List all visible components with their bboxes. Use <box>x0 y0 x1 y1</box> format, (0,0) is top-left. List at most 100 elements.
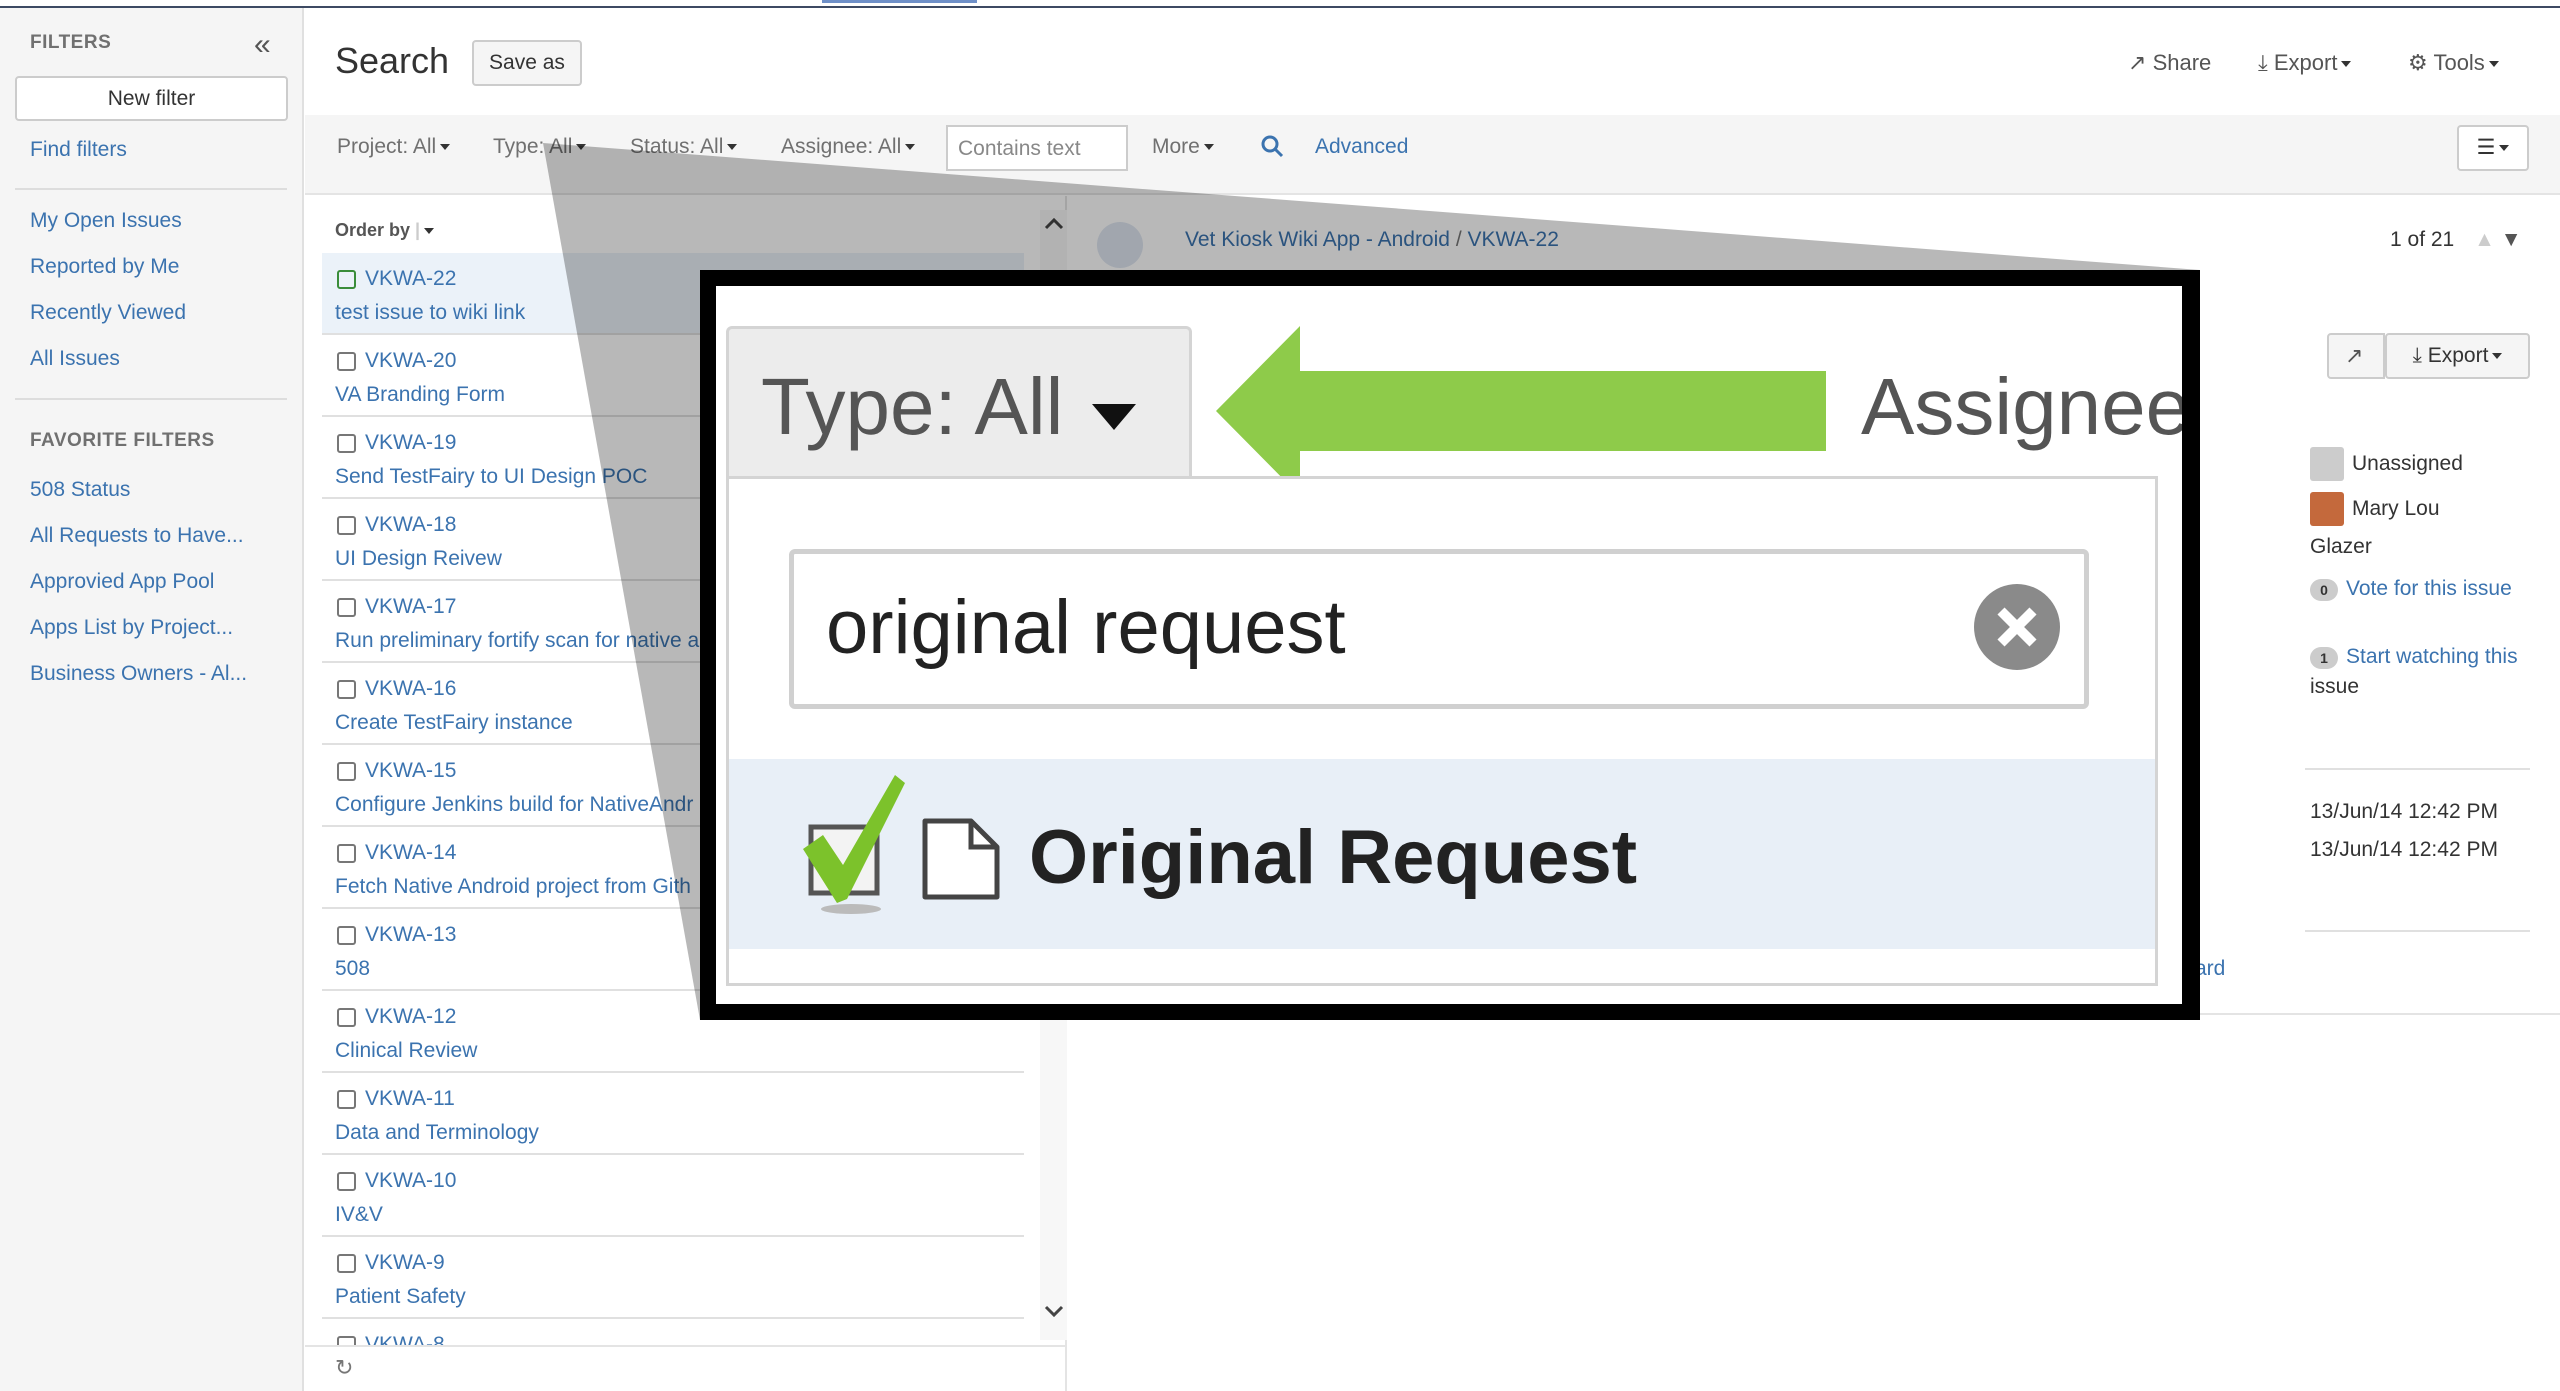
search-icon[interactable] <box>1260 134 1284 163</box>
issue-key: VKWA-17 <box>365 595 457 618</box>
type-filter-dropdown: original request Original Request <box>726 476 2158 986</box>
next-issue-icon[interactable]: ▼ <box>2501 228 2522 251</box>
issue-export-button[interactable]: ⤓ Export <box>2385 333 2530 379</box>
issue-summary: UI Design Reivew <box>335 547 502 570</box>
watch-link[interactable]: Start watching this <box>2346 645 2518 668</box>
unassigned-avatar <box>2310 447 2344 481</box>
chevron-down-icon <box>727 144 738 151</box>
share-button[interactable]: ↗ Share <box>2128 50 2211 76</box>
export-label: Export <box>2273 50 2338 75</box>
download-icon: ⤓ <box>2412 344 2422 367</box>
filters-heading: FILTERS <box>30 32 112 53</box>
request-icon <box>337 1172 356 1191</box>
project-filter-label: Project: All <box>337 135 437 158</box>
previous-issue-icon[interactable]: ▲ <box>2474 228 2495 251</box>
chevron-down-icon <box>2341 61 2352 68</box>
order-by-control[interactable]: Order by | <box>335 220 435 241</box>
find-filters-link[interactable]: Find filters <box>30 138 127 162</box>
project-filter[interactable]: Project: All <box>337 135 451 159</box>
assignee-filter-label: Assignee: All <box>781 135 902 158</box>
favorite-filter-item[interactable]: All Requests to Have... <box>30 524 244 548</box>
watch-control[interactable]: 1 Start watching this <box>2310 645 2518 669</box>
advanced-search-link[interactable]: Advanced <box>1315 135 1408 159</box>
favorite-filter-item[interactable]: Business Owners - Al... <box>30 662 247 686</box>
type-filter-label: Type: All <box>493 135 573 158</box>
status-filter[interactable]: Status: All <box>630 135 738 159</box>
issue-key: VKWA-22 <box>365 267 457 290</box>
issue-key: VKWA-8 <box>365 1333 445 1345</box>
issue-key: VKWA-15 <box>365 759 457 782</box>
issue-summary: Clinical Review <box>335 1039 478 1062</box>
favorite-filter-item[interactable]: Approvied App Pool <box>30 570 214 594</box>
issue-summary: test issue to wiki link <box>335 301 526 324</box>
pager-count: 1 of 21 <box>2390 228 2455 251</box>
favorite-filter-item[interactable]: 508 Status <box>30 478 130 502</box>
sidebar-divider <box>15 398 287 400</box>
issue-summary: Run preliminary fortify scan for native … <box>335 629 700 652</box>
issue-key: VKWA-13 <box>365 923 457 946</box>
list-item[interactable]: VKWA-11 Data and Terminology <box>322 1073 1024 1155</box>
order-by-label: Order by <box>335 220 411 240</box>
save-as-button[interactable]: Save as <box>472 40 582 86</box>
share-icon: ↗ <box>2345 343 2364 368</box>
text-search-input[interactable]: Contains text <box>946 125 1128 171</box>
filter-recently-viewed[interactable]: Recently Viewed <box>30 301 186 325</box>
share-issue-button[interactable]: ↗ <box>2327 333 2385 379</box>
top-nav-border <box>0 0 2560 8</box>
reporter-name-line1[interactable]: Mary Lou <box>2352 497 2440 521</box>
clear-icon[interactable] <box>1974 584 2060 670</box>
checkbox-checked-icon[interactable] <box>799 769 909 919</box>
issue-summary: Patient Safety <box>335 1285 466 1308</box>
breadcrumb: Vet Kiosk Wiki App - Android / VKWA-22 <box>1185 228 1559 252</box>
filter-my-open-issues[interactable]: My Open Issues <box>30 209 182 233</box>
type-option-label: Original Request <box>1029 815 1638 900</box>
filter-all-issues[interactable]: All Issues <box>30 347 120 371</box>
vote-control[interactable]: 0 Vote for this issue <box>2310 577 2512 601</box>
list-item[interactable]: VKWA-8 <box>322 1319 1024 1345</box>
issue-summary: Fetch Native Android project from Gith <box>335 875 691 898</box>
story-icon <box>337 270 356 289</box>
issue-summary: VA Branding Form <box>335 383 506 406</box>
chevron-down-icon <box>576 144 587 151</box>
type-filter[interactable]: Type: All <box>493 135 587 159</box>
issue-key: VKWA-10 <box>365 1169 457 1192</box>
watch-link-continued[interactable]: issue <box>2310 675 2359 699</box>
tools-menu-button[interactable]: ⚙ Tools <box>2408 50 2499 76</box>
list-item[interactable]: VKWA-10 IV&V <box>322 1155 1024 1237</box>
task-icon <box>337 598 356 617</box>
chevron-down-icon <box>2492 353 2503 360</box>
favorite-filter-item[interactable]: Apps List by Project... <box>30 616 233 640</box>
zoomed-type-filter-label: Type: All <box>761 362 1064 451</box>
vote-link[interactable]: Vote for this issue <box>2346 577 2512 600</box>
list-item[interactable]: VKWA-9 Patient Safety <box>322 1237 1024 1319</box>
sidebar-divider <box>15 188 287 190</box>
refresh-icon[interactable]: ↻ <box>335 1355 353 1381</box>
share-icon: ↗ <box>2128 50 2147 75</box>
issue-summary: Send TestFairy to UI Design POC <box>335 465 648 488</box>
chevron-down-icon <box>424 228 435 235</box>
request-icon <box>337 1008 356 1027</box>
assignee-filter[interactable]: Assignee: All <box>781 135 916 159</box>
breadcrumb-project[interactable]: Vet Kiosk Wiki App - Android <box>1185 228 1450 251</box>
request-icon <box>337 1090 356 1109</box>
export-menu-button[interactable]: ⤓ Export <box>2258 50 2352 76</box>
issue-key: VKWA-11 <box>365 1087 455 1110</box>
top-nav-active-tab[interactable] <box>822 0 977 3</box>
task-icon <box>337 352 356 371</box>
new-filter-button[interactable]: New filter <box>15 76 288 121</box>
breadcrumb-issue-key[interactable]: VKWA-22 <box>1468 228 1559 251</box>
issue-summary: Data and Terminology <box>335 1121 539 1144</box>
issue-export-label: Export <box>2427 344 2489 367</box>
reporter-name-line2[interactable]: Glazer <box>2310 535 2372 559</box>
type-search-input[interactable]: original request <box>789 549 2089 709</box>
more-filters-button[interactable]: More <box>1152 135 1214 159</box>
type-option-original-request[interactable]: Original Request <box>729 759 2155 949</box>
task-icon <box>337 844 356 863</box>
issue-key: VKWA-14 <box>365 841 457 864</box>
more-filters-label: More <box>1152 135 1200 158</box>
export-icon: ⤓ <box>2258 50 2268 75</box>
filter-reported-by-me[interactable]: Reported by Me <box>30 255 179 279</box>
collapse-sidebar-icon[interactable]: « <box>254 28 271 62</box>
layout-switcher-button[interactable]: ☰ <box>2457 125 2529 171</box>
detail-divider <box>2305 768 2530 770</box>
